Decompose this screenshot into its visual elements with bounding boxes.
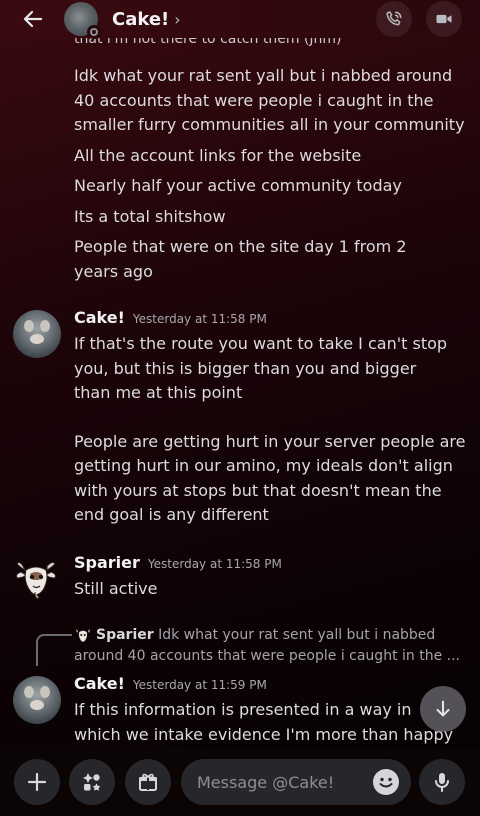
message-timestamp: Yesterday at 11:58 PM [132, 312, 267, 326]
avatar[interactable] [64, 2, 101, 39]
microphone-icon [435, 773, 449, 792]
message-timestamp: Yesterday at 11:58 PM [147, 557, 282, 571]
reply-preview[interactable]: Sparier Idk what your rat sent yall but … [74, 625, 474, 667]
message-line: Idk what your rat sent yall but i nabbed… [74, 66, 465, 134]
message-author[interactable]: Cake! [74, 674, 125, 693]
message-paragraph: If that's the route you want to take I c… [74, 334, 448, 402]
cutoff-message-line: that i'm not there to catch them (Jhm) [74, 38, 342, 46]
avatar[interactable] [13, 556, 61, 604]
add-attachment-button[interactable] [14, 759, 60, 805]
voice-message-button[interactable] [419, 759, 465, 805]
emoji-button[interactable] [373, 769, 399, 795]
message-paragraph: People are getting hurt in your server p… [74, 431, 466, 525]
video-camera-icon [436, 14, 452, 24]
message-line: Nearly half your active community today [74, 176, 402, 195]
message-line: Its a total shitshow [74, 206, 226, 226]
message-input[interactable] [197, 772, 367, 792]
message-continuation[interactable]: Idk what your rat sent yall but i nabbed… [74, 64, 474, 284]
page-title[interactable]: Cake! [112, 9, 169, 30]
chat-header: Cake! › [0, 0, 480, 39]
plus-icon [27, 772, 47, 792]
apps-button[interactable] [69, 759, 115, 805]
message-line: All the account links for the website [74, 145, 362, 165]
back-button[interactable] [0, 0, 66, 38]
message-author[interactable]: Cake! [74, 308, 125, 327]
apps-icon [83, 773, 101, 791]
message[interactable]: Cake! Yesterday at 11:58 PM If that's th… [74, 308, 474, 528]
message-composer [0, 748, 480, 816]
goat-mini-avatar-icon [76, 629, 90, 643]
message-paragraph: Still active [74, 579, 158, 598]
arrow-left-icon [23, 10, 43, 28]
avatar[interactable] [13, 676, 61, 724]
arrow-down-icon [436, 700, 450, 717]
message-timestamp: Yesterday at 11:59 PM [132, 678, 267, 692]
video-call-button[interactable] [426, 1, 462, 37]
call-button[interactable] [376, 1, 412, 37]
message-paragraph: If this information is presented in a wa… [74, 700, 454, 744]
chevron-right-icon[interactable]: › [174, 10, 180, 29]
message[interactable]: Sparier Yesterday at 11:58 PM Still acti… [74, 553, 474, 602]
jump-to-bottom-button[interactable] [420, 686, 466, 732]
message-line: People that were on the site day 1 from … [74, 237, 407, 281]
phone-call-icon [386, 11, 402, 26]
status-indicator [87, 25, 101, 39]
message-input-container[interactable] [181, 759, 411, 805]
message-author[interactable]: Sparier [74, 553, 140, 572]
goat-avatar-icon [16, 561, 56, 599]
emoji-icon [374, 770, 398, 794]
gift-icon [139, 773, 157, 791]
reply-author[interactable]: Sparier [96, 627, 154, 643]
reply-connector [36, 634, 72, 666]
gift-button[interactable] [125, 759, 171, 805]
message[interactable]: Cake! Yesterday at 11:59 PM If this info… [74, 674, 474, 748]
avatar[interactable] [13, 310, 61, 358]
message-list[interactable]: that i'm not there to catch them (Jhm) I… [0, 38, 480, 748]
